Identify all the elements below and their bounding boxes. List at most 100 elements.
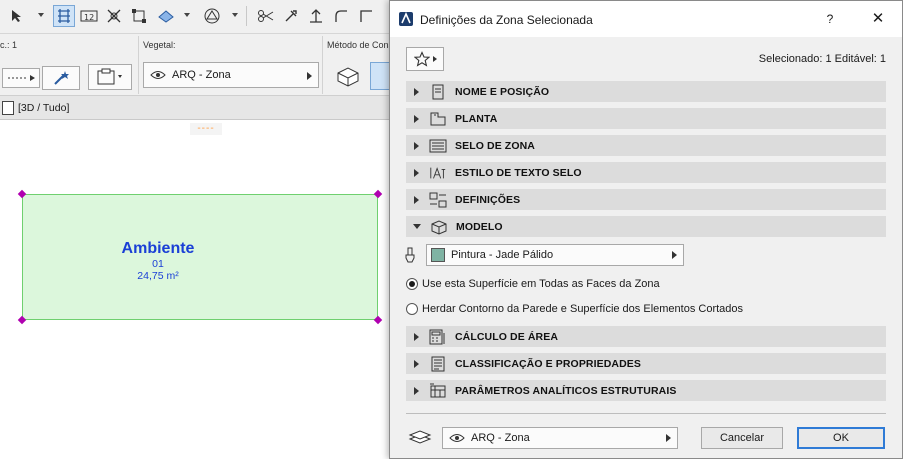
section-classificacao-e-propriedades[interactable]: CLASSIFICAÇÃO E PROPRIEDADES <box>406 353 886 374</box>
chevron-down-icon[interactable] <box>184 13 190 17</box>
info-box-divider <box>322 36 323 94</box>
section-parametros-analiticos[interactable]: PARÂMETROS ANALÍTICOS ESTRUTURAIS <box>406 380 886 401</box>
section-modelo[interactable]: MODELO <box>406 216 886 237</box>
help-button[interactable]: ? <box>820 10 840 28</box>
radio-label: Use esta Superfície em Todas as Faces da… <box>422 278 660 290</box>
zone-stamp[interactable]: Ambiente 01 24,75 m² <box>108 240 208 282</box>
intersection-icon[interactable] <box>103 5 125 27</box>
material-value: Pintura - Jade Pálido <box>451 249 554 261</box>
text-style-icon <box>429 165 447 181</box>
fillet-icon[interactable] <box>330 5 352 27</box>
model-icon <box>430 219 448 235</box>
radio-inherit-wall-contour[interactable]: Herdar Contorno da Parede e Superfície d… <box>406 303 743 315</box>
favorites-button[interactable] <box>406 47 444 71</box>
chevron-right-icon <box>414 332 419 341</box>
zone-stamp-icon <box>429 138 447 154</box>
chevron-right-icon <box>414 87 419 96</box>
radio-use-surface-all-faces[interactable]: Use esta Superfície em Todas as Faces da… <box>406 278 660 290</box>
section-label: CLASSIFICAÇÃO E PROPRIEDADES <box>455 357 641 370</box>
section-label: NOME E POSIÇÃO <box>455 85 550 98</box>
svg-text:12: 12 <box>84 13 94 22</box>
layer-value: ARQ - Zona <box>471 432 530 444</box>
classification-icon <box>429 356 447 372</box>
corner-icon[interactable] <box>355 5 377 27</box>
star-icon <box>413 51 430 67</box>
dialog-titlebar[interactable]: Definições da Zona Selecionada ? ✕ <box>390 1 902 37</box>
layer-dropdown[interactable]: ARQ - Zona <box>442 427 678 449</box>
dialog-title: Definições da Zona Selecionada <box>420 13 593 27</box>
chevron-down-icon <box>413 224 421 229</box>
zone-method-icon[interactable] <box>370 62 390 90</box>
marquee-marker: ---- <box>190 123 222 135</box>
section-selo-de-zona[interactable]: SELO DE ZONA <box>406 135 886 156</box>
structural-analytics-icon <box>429 383 447 399</box>
zone-area: 24,75 m² <box>137 270 179 282</box>
section-label: MODELO <box>456 220 503 233</box>
section-nome-e-posicao[interactable]: NOME E POSIÇÃO <box>406 81 886 102</box>
section-estilo-de-texto-selo[interactable]: ESTILO DE TEXTO SELO <box>406 162 886 183</box>
tab-3d-view[interactable]: [3D / Tudo] <box>0 98 75 118</box>
section-calculo-de-area[interactable]: CÁLCULO DE ÁREA <box>406 326 886 347</box>
selection-box-icon[interactable] <box>128 5 150 27</box>
close-button[interactable]: ✕ <box>868 10 888 28</box>
eye-icon <box>449 434 465 442</box>
chevron-right-icon <box>414 168 419 177</box>
zone-number: 01 <box>152 258 164 270</box>
plane-icon[interactable] <box>155 5 177 27</box>
construction-method-label: Método de Cons <box>327 40 394 50</box>
vegetal-layer-value: ARQ - Zona <box>172 69 231 81</box>
layer-label: c.: 1 <box>0 40 18 50</box>
chevron-right-icon <box>432 56 437 62</box>
chevron-right-icon <box>414 359 419 368</box>
radio-label: Herdar Contorno da Parede e Superfície d… <box>422 303 744 315</box>
section-label: PLANTA <box>455 112 498 125</box>
scissors-icon[interactable] <box>255 5 277 27</box>
chevron-right-icon <box>414 386 419 395</box>
archicad-window: 12 c.: 1 Vegetal: ARQ - Zona Método de C… <box>0 0 903 459</box>
chevron-right-icon <box>307 72 312 80</box>
dimension-icon[interactable]: 12 <box>78 5 100 27</box>
zone-type-button[interactable] <box>88 64 132 90</box>
info-box-divider <box>138 36 139 94</box>
archicad-logo-icon <box>399 12 413 26</box>
section-label: DEFINIÇÕES <box>455 193 521 206</box>
zone-settings-dialog: Definições da Zona Selecionada ? ✕ Selec… <box>389 0 903 459</box>
zone-name: Ambiente <box>121 240 195 257</box>
definitions-icon <box>429 192 447 208</box>
name-position-icon <box>429 84 447 100</box>
area-calculation-icon <box>429 329 447 345</box>
pointer-tool-icon[interactable] <box>6 5 28 27</box>
surface-material-dropdown[interactable]: Pintura - Jade Pálido <box>426 244 684 266</box>
radio-button[interactable] <box>406 278 418 290</box>
chevron-down-icon[interactable] <box>232 13 238 17</box>
section-label: ESTILO DE TEXTO SELO <box>455 166 582 179</box>
chevron-right-icon <box>414 195 419 204</box>
chevron-right-icon <box>414 114 419 123</box>
section-planta[interactable]: PLANTA <box>406 108 886 129</box>
tab-3d-label: [3D / Tudo] <box>18 102 70 114</box>
material-swatch <box>431 248 445 262</box>
section-definicoes[interactable]: DEFINIÇÕES <box>406 189 886 210</box>
magic-wand-button[interactable] <box>42 66 80 90</box>
adjust-icon[interactable] <box>280 5 302 27</box>
chevron-right-icon <box>414 141 419 150</box>
chevron-right-icon <box>672 251 677 259</box>
radio-button[interactable] <box>406 303 418 315</box>
section-label: SELO DE ZONA <box>455 139 535 152</box>
elevate-icon[interactable] <box>305 5 327 27</box>
floor-plan-icon <box>429 111 447 127</box>
chevron-right-icon <box>666 434 671 442</box>
triangle-circle-icon[interactable] <box>201 5 223 27</box>
cancel-button[interactable]: Cancelar <box>701 427 783 449</box>
selection-info: Selecionado: 1 Editável: 1 <box>758 53 886 65</box>
chevron-down-icon[interactable] <box>38 13 44 17</box>
ok-button[interactable]: OK <box>797 427 885 449</box>
zone-3d-icon[interactable] <box>332 62 364 90</box>
paint-brush-icon <box>404 247 416 263</box>
vegetal-layer-dropdown[interactable]: ARQ - Zona <box>143 62 319 88</box>
vegetal-label: Vegetal: <box>143 40 176 50</box>
grid-snap-icon[interactable] <box>53 5 75 27</box>
layers-icon <box>408 429 432 445</box>
section-label: PARÂMETROS ANALÍTICOS ESTRUTURAIS <box>455 384 677 397</box>
geometry-button[interactable] <box>2 68 40 88</box>
